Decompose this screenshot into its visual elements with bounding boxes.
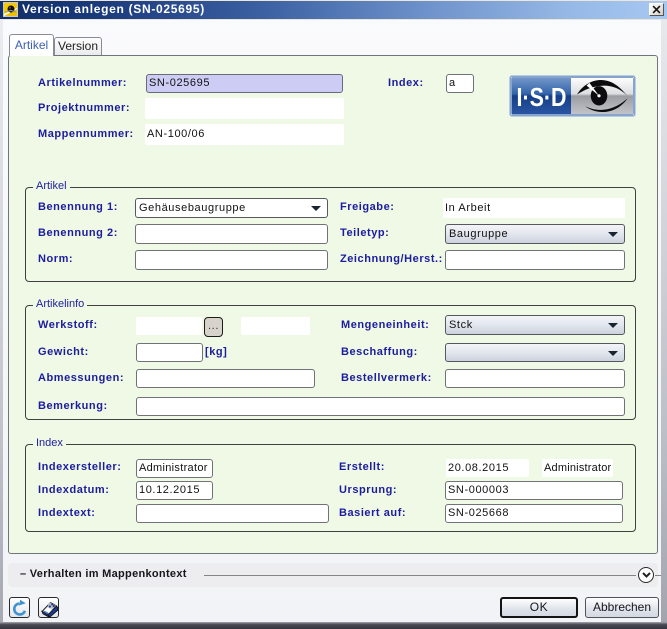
svg-text:I·S·D: I·S·D [517, 82, 567, 112]
